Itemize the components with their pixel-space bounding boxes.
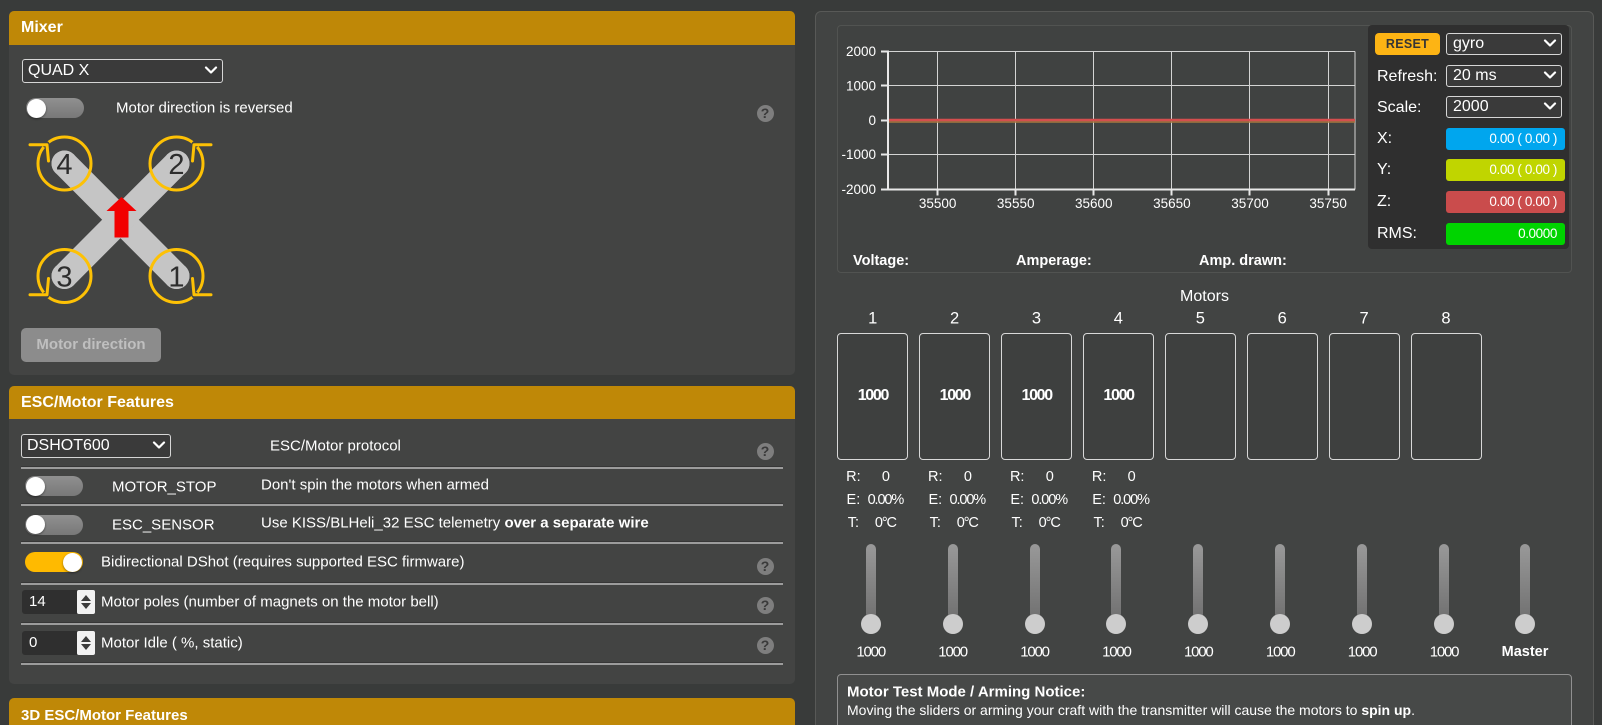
svg-text:2: 2 (168, 149, 184, 181)
svg-text:35650: 35650 (1153, 196, 1191, 211)
svg-text:35500: 35500 (919, 196, 957, 211)
svg-text:35750: 35750 (1309, 196, 1347, 211)
svg-text:0: 0 (868, 113, 876, 128)
svg-text:35550: 35550 (997, 196, 1035, 211)
svg-text:-2000: -2000 (841, 182, 876, 197)
svg-text:4: 4 (56, 149, 72, 181)
svg-text:35700: 35700 (1231, 196, 1269, 211)
svg-text:3: 3 (56, 262, 72, 294)
svg-text:1000: 1000 (846, 78, 876, 93)
svg-text:2000: 2000 (846, 44, 876, 59)
svg-text:1: 1 (168, 262, 184, 294)
svg-text:35600: 35600 (1075, 196, 1113, 211)
svg-text:-1000: -1000 (841, 147, 876, 162)
